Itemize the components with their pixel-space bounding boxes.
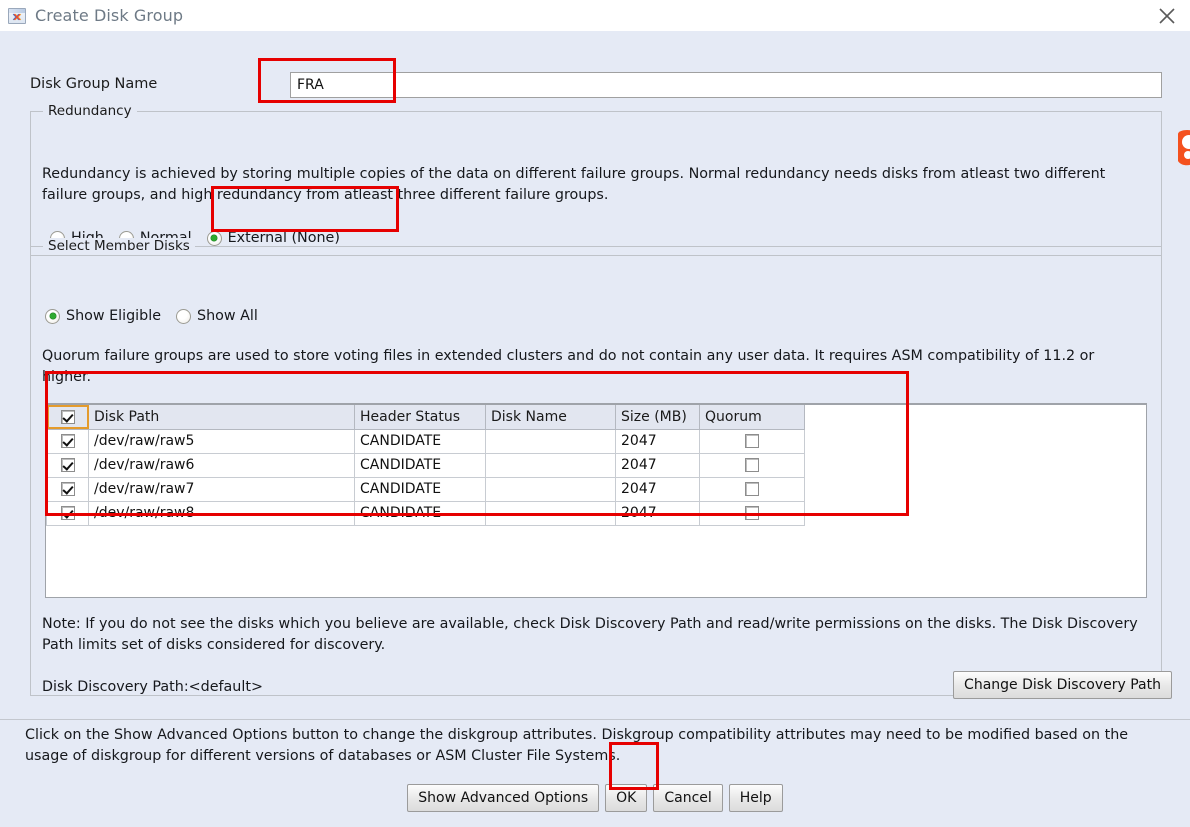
disk-group-name-input[interactable] — [290, 72, 1162, 98]
cell-size-mb: 2047 — [615, 452, 700, 478]
row-select-checkbox[interactable] — [60, 506, 75, 520]
cell-quorum[interactable] — [699, 452, 805, 478]
cell-size-mb: 2047 — [615, 500, 700, 526]
table-row[interactable]: /dev/raw/raw8 CANDIDATE 2047 — [46, 500, 805, 526]
select-member-disks-legend: Select Member Disks — [43, 238, 195, 254]
disk-filter-radio-group: Show Eligible Show All — [45, 308, 258, 324]
help-button[interactable]: Help — [728, 784, 783, 812]
cell-size-mb: 2047 — [615, 428, 700, 454]
cell-disk-name — [485, 428, 616, 454]
radio-show-eligible-icon[interactable] — [45, 308, 60, 324]
row-select-checkbox[interactable] — [60, 434, 75, 448]
quorum-checkbox[interactable] — [745, 434, 759, 448]
cell-disk-name — [485, 476, 616, 502]
disk-discovery-note: Note: If you do not see the disks which … — [42, 616, 1138, 653]
quorum-checkbox[interactable] — [745, 458, 759, 472]
cell-disk-name — [485, 452, 616, 478]
row-select-cell[interactable] — [46, 500, 89, 526]
quorum-note: Quorum failure groups are used to store … — [42, 348, 1095, 385]
filter-option-show-eligible[interactable]: Show Eligible — [45, 308, 161, 324]
redundancy-legend: Redundancy — [43, 103, 137, 119]
window-title: Create Disk Group — [35, 6, 184, 25]
redundancy-option-external-label: External (None) — [227, 230, 340, 246]
row-select-checkbox[interactable] — [60, 458, 75, 472]
cell-header-status: CANDIDATE — [354, 476, 486, 502]
select-all-header-cell[interactable] — [46, 405, 89, 430]
redundancy-option-external[interactable]: External (None) — [206, 230, 340, 246]
cell-quorum[interactable] — [699, 500, 805, 526]
radio-external-icon[interactable] — [206, 230, 222, 246]
footer-divider — [0, 719, 1190, 720]
disk-table: Disk Path Header Status Disk Name Size (… — [46, 405, 805, 526]
asm-window-icon: ✕ — [8, 7, 26, 24]
dialog-button-row: Show Advanced Options OK Cancel Help — [0, 784, 1190, 812]
disk-table-panel: Disk Path Header Status Disk Name Size (… — [45, 403, 1147, 598]
table-row[interactable]: /dev/raw/raw7 CANDIDATE 2047 — [46, 476, 805, 502]
disk-table-header-row: Disk Path Header Status Disk Name Size (… — [46, 405, 805, 430]
cancel-button[interactable]: Cancel — [653, 784, 723, 812]
column-header-size-mb[interactable]: Size (MB) — [615, 405, 700, 430]
cell-header-status: CANDIDATE — [354, 428, 486, 454]
filter-option-show-eligible-label: Show Eligible — [66, 308, 161, 324]
filter-option-show-all-label: Show All — [197, 308, 258, 324]
table-row[interactable]: /dev/raw/raw5 CANDIDATE 2047 — [46, 428, 805, 454]
column-header-disk-path[interactable]: Disk Path — [88, 405, 355, 430]
radio-show-all-icon[interactable] — [176, 308, 191, 324]
cell-quorum[interactable] — [699, 428, 805, 454]
cell-disk-name — [485, 500, 616, 526]
column-header-quorum[interactable]: Quorum — [699, 405, 805, 430]
disk-group-name-label: Disk Group Name — [30, 76, 158, 92]
filter-option-show-all[interactable]: Show All — [176, 308, 258, 324]
column-header-header-status[interactable]: Header Status — [354, 405, 486, 430]
row-select-cell[interactable] — [46, 476, 89, 502]
cell-header-status: CANDIDATE — [354, 452, 486, 478]
disk-discovery-path-value: Disk Discovery Path:<default> — [42, 679, 263, 695]
close-icon[interactable] — [1154, 4, 1180, 28]
background-app-icon — [1176, 128, 1190, 170]
window-titlebar: ✕ Create Disk Group — [0, 0, 1190, 31]
icon-x-glyph: ✕ — [12, 11, 22, 24]
advanced-options-note: Click on the Show Advanced Options butto… — [25, 727, 1129, 764]
table-row[interactable]: /dev/raw/raw6 CANDIDATE 2047 — [46, 452, 805, 478]
select-all-checkbox[interactable] — [60, 409, 75, 424]
cell-disk-path: /dev/raw/raw6 — [88, 452, 355, 478]
quorum-checkbox[interactable] — [745, 482, 759, 496]
change-disk-discovery-path-button[interactable]: Change Disk Discovery Path — [953, 671, 1172, 699]
redundancy-description: Redundancy is achieved by storing multip… — [42, 166, 1106, 203]
show-advanced-options-button[interactable]: Show Advanced Options — [407, 784, 600, 812]
ok-button[interactable]: OK — [605, 784, 648, 812]
quorum-checkbox[interactable] — [745, 506, 759, 520]
cell-disk-path: /dev/raw/raw7 — [88, 476, 355, 502]
cell-disk-path: /dev/raw/raw5 — [88, 428, 355, 454]
row-select-checkbox[interactable] — [60, 482, 75, 496]
cell-quorum[interactable] — [699, 476, 805, 502]
cell-size-mb: 2047 — [615, 476, 700, 502]
create-disk-group-dialog: Disk Group Name Redundancy Redundancy is… — [0, 31, 1190, 827]
cell-disk-path: /dev/raw/raw8 — [88, 500, 355, 526]
row-select-cell[interactable] — [46, 428, 89, 454]
cell-header-status: CANDIDATE — [354, 500, 486, 526]
column-header-disk-name[interactable]: Disk Name — [485, 405, 616, 430]
row-select-cell[interactable] — [46, 452, 89, 478]
